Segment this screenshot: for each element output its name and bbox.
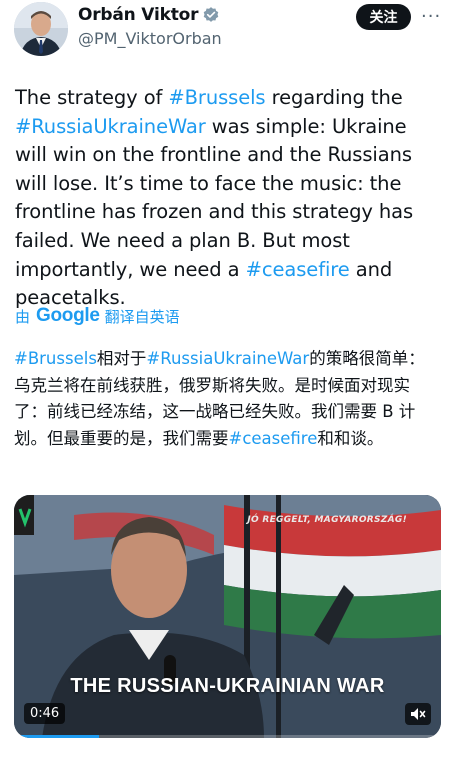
video-duration: 0:46: [24, 703, 66, 724]
tweet-text-part: The strategy of: [15, 86, 169, 109]
tweet-text: The strategy of #Brussels regarding the …: [15, 84, 443, 313]
translate-prefix: 由: [15, 307, 31, 326]
video-progress-fill: [14, 735, 100, 738]
video-caption: THE RUSSIAN-UKRAINIAN WAR: [70, 675, 385, 697]
hashtag-link[interactable]: #RussiaUkraineWar: [146, 349, 309, 368]
hashtag-link[interactable]: #RussiaUkraineWar: [15, 115, 206, 138]
translate-source-label[interactable]: 翻译自英语: [105, 306, 180, 327]
mute-button[interactable]: [405, 703, 431, 725]
hashtag-link[interactable]: #Brussels: [168, 86, 265, 109]
hashtag-link[interactable]: #ceasefire: [246, 258, 350, 281]
author-name-row[interactable]: Orbán Viktor: [78, 5, 220, 25]
follow-button[interactable]: 关注: [356, 4, 411, 30]
hashtag-link[interactable]: #ceasefire: [229, 429, 318, 448]
google-logo: Google: [36, 305, 100, 326]
video-player[interactable]: JÓ REGGELT, MAGYARORSZÁG! THE RUSSIAN-UK…: [14, 495, 441, 738]
avatar[interactable]: [14, 2, 68, 56]
tweet-header: Orbán Viktor @PM_ViktorOrban 关注 ···: [0, 0, 451, 58]
author-name[interactable]: Orbán Viktor: [78, 5, 198, 25]
author-handle[interactable]: @PM_ViktorOrban: [78, 29, 222, 48]
video-progress-bar[interactable]: [14, 735, 441, 738]
video-channel-label: JÓ REGGELT, MAGYARORSZÁG!: [247, 515, 407, 525]
more-dots-icon[interactable]: ···: [421, 6, 441, 27]
video-frame: [14, 495, 441, 738]
tweet-text-part: regarding the: [265, 86, 403, 109]
avatar-photo: [14, 2, 68, 56]
translate-attribution[interactable]: 由 Google 翻译自英语: [15, 305, 180, 327]
translated-text: #Brussels相对于#RussiaUkraineWar的策略很简单：乌克兰将…: [14, 346, 438, 452]
hashtag-link[interactable]: #Brussels: [14, 349, 97, 368]
tweet-text-part: was simple: Ukraine will win on the fron…: [15, 114, 414, 281]
verified-badge-icon: [204, 7, 219, 22]
volume-muted-icon: [411, 708, 426, 720]
translated-text-part: 和和谈。: [317, 428, 384, 448]
translated-text-part: 相对于: [96, 349, 147, 368]
